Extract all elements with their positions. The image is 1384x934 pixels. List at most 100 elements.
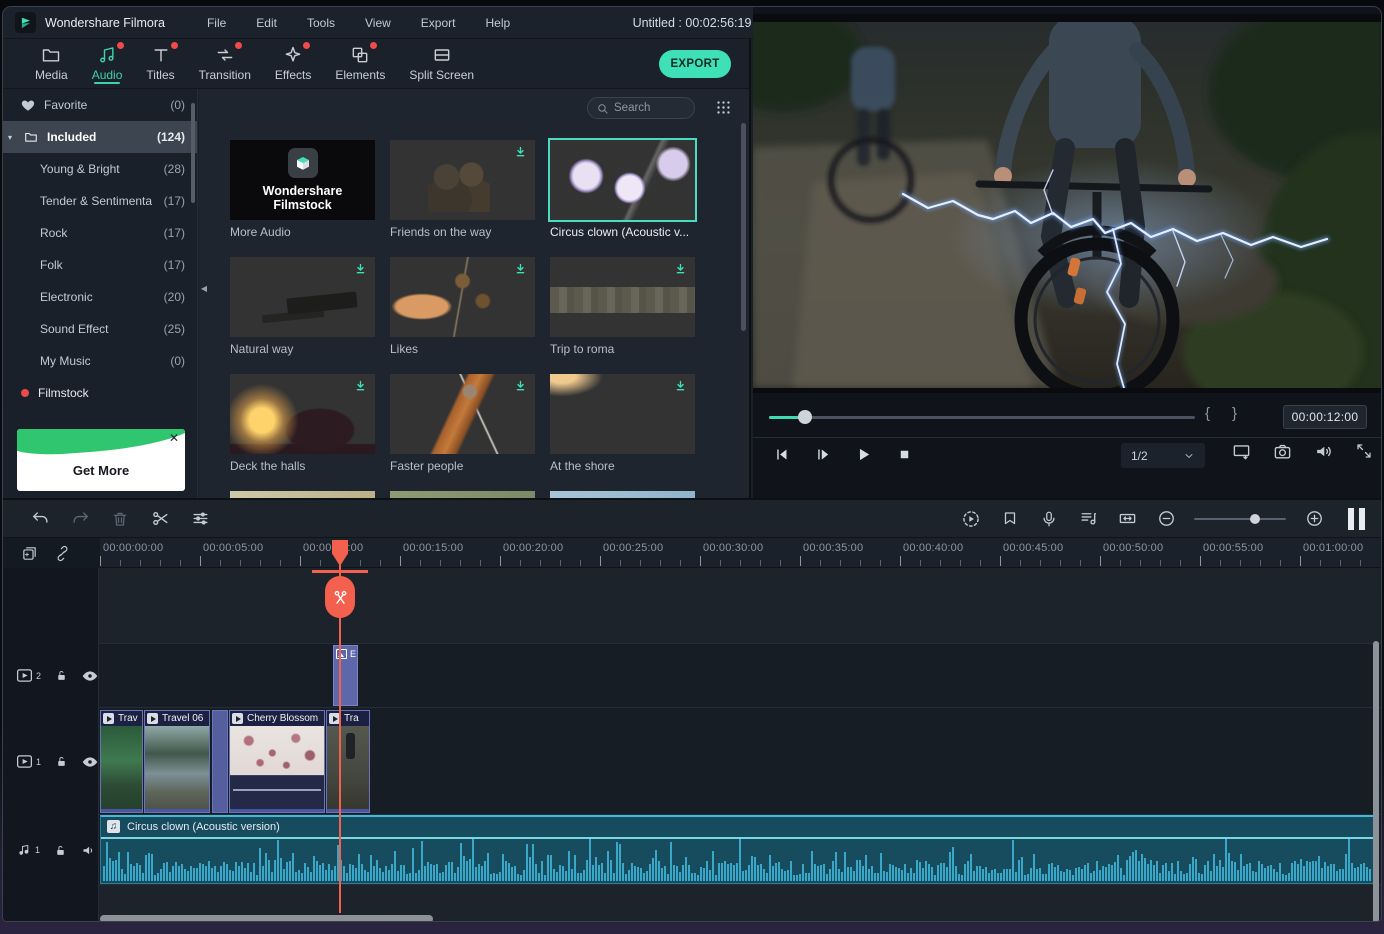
timeline-horizontal-scrollbar[interactable] xyxy=(100,915,433,922)
search-input[interactable] xyxy=(614,102,684,114)
preview-seek-bar[interactable] xyxy=(769,416,1195,419)
preview-page-select[interactable]: 1/2 xyxy=(1121,443,1205,468)
get-more-banner[interactable]: ✕ Get More xyxy=(17,429,185,491)
mark-out-icon[interactable]: } xyxy=(1232,405,1237,422)
timeline-clip-travel-06[interactable]: Travel 06 xyxy=(144,710,210,813)
lock-open-icon[interactable] xyxy=(55,755,68,768)
sidebar-item-tender-sentimental[interactable]: Tender & Sentimenta (17) xyxy=(3,185,197,217)
video-track-2-lane[interactable] xyxy=(3,643,1382,708)
sidebar-scrollbar[interactable] xyxy=(191,103,195,203)
audio-card-likes[interactable]: Likes xyxy=(390,257,535,356)
delete-trash-icon[interactable] xyxy=(109,508,131,530)
sidebar-item-electronic[interactable]: Electronic (20) xyxy=(3,281,197,313)
eye-visibility-icon[interactable] xyxy=(82,756,98,768)
timeline-clip-tra[interactable]: Tra xyxy=(326,710,370,813)
zoom-in-icon[interactable] xyxy=(1303,508,1325,530)
download-arrow-icon[interactable] xyxy=(513,379,528,394)
timeline-audio-clip-circus-clown[interactable]: ♫ Circus clown (Acoustic version) xyxy=(100,815,1375,884)
sidebar-item-filmstock[interactable]: Filmstock xyxy=(3,377,197,409)
previous-frame-button[interactable] xyxy=(769,443,793,467)
tab-split-screen[interactable]: Split Screen xyxy=(397,39,486,88)
timeline-clip-trav[interactable]: Trav xyxy=(100,710,143,813)
menu-view[interactable]: View xyxy=(365,16,391,30)
sidebar-item-included[interactable]: ▾ Included (124) xyxy=(3,121,197,153)
library-scrollbar[interactable] xyxy=(741,123,746,331)
stop-button[interactable] xyxy=(892,443,916,467)
preview-video-frame[interactable] xyxy=(753,14,1382,393)
download-arrow-icon[interactable] xyxy=(673,262,688,277)
timeline-vertical-scrollbar[interactable] xyxy=(1373,641,1379,922)
sidebar-item-favorite[interactable]: Favorite (0) xyxy=(3,89,197,121)
audio-card-at-the-shore[interactable]: At the shore xyxy=(550,374,695,473)
sidebar-item-folk[interactable]: Folk (17) xyxy=(3,249,197,281)
lock-open-icon[interactable] xyxy=(55,669,68,682)
tab-titles[interactable]: Titles xyxy=(134,39,186,88)
snapshot-camera-icon[interactable] xyxy=(1273,442,1292,461)
timeline-clip-cherry-blossom[interactable]: Cherry Blossom xyxy=(229,710,325,813)
timeline-empty-lane[interactable] xyxy=(3,568,1382,643)
sidebar-item-young-bright[interactable]: Young & Bright (28) xyxy=(3,153,197,185)
manage-tracks-icon[interactable] xyxy=(21,545,38,562)
audio-mixer-icon[interactable] xyxy=(1077,508,1099,530)
play-button[interactable] xyxy=(851,443,875,467)
marker-flag-icon[interactable] xyxy=(999,508,1021,530)
audio-volume-envelope[interactable] xyxy=(101,837,1374,839)
sidebar-collapse-arrow[interactable]: ◀ xyxy=(198,279,210,297)
sidebar-item-my-music[interactable]: My Music (0) xyxy=(3,345,197,377)
audio-card-trip-to-roma[interactable]: Trip to roma xyxy=(550,257,695,356)
audio-card-more-audio[interactable]: WondershareFilmstock More Audio xyxy=(230,140,375,239)
link-clips-icon[interactable] xyxy=(54,545,71,562)
tab-audio[interactable]: Audio xyxy=(80,39,135,88)
sidebar-item-sound-effect[interactable]: Sound Effect (25) xyxy=(3,313,197,345)
volume-icon[interactable] xyxy=(1314,442,1333,461)
audio-card-friends-on-the-way[interactable]: Friends on the way xyxy=(390,140,535,239)
eye-visibility-icon[interactable] xyxy=(82,670,98,682)
playhead-scissors-button[interactable] xyxy=(325,576,355,618)
grid-view-icon[interactable] xyxy=(715,99,732,119)
audio-card-deck-the-halls[interactable]: Deck the halls xyxy=(230,374,375,473)
timeline-clip-element[interactable]: E xyxy=(333,645,358,706)
audio-card-natural-way[interactable]: Natural way xyxy=(230,257,375,356)
menu-tools[interactable]: Tools xyxy=(307,16,335,30)
sidebar-item-rock[interactable]: Rock (17) xyxy=(3,217,197,249)
export-button[interactable]: EXPORT xyxy=(659,50,731,78)
render-preview-icon[interactable] xyxy=(960,508,982,530)
timeline-ruler[interactable]: 00:00:00:0000:00:05:0000:00:10:0000:00:1… xyxy=(3,538,1382,568)
banner-close-icon[interactable]: ✕ xyxy=(169,433,179,443)
chevron-expanded-icon[interactable]: ▾ xyxy=(8,133,12,142)
zoom-out-icon[interactable] xyxy=(1155,508,1177,530)
menu-export[interactable]: Export xyxy=(421,16,456,30)
tab-transition[interactable]: Transition xyxy=(187,39,263,88)
tab-effects[interactable]: Effects xyxy=(263,39,323,88)
split-scissors-icon[interactable] xyxy=(149,508,171,530)
menu-help[interactable]: Help xyxy=(485,16,510,30)
speaker-icon[interactable] xyxy=(81,843,96,858)
lock-open-icon[interactable] xyxy=(54,844,67,857)
display-device-icon[interactable] xyxy=(1232,442,1251,461)
tab-elements[interactable]: Elements xyxy=(323,39,397,88)
menu-edit[interactable]: Edit xyxy=(256,16,277,30)
download-arrow-icon[interactable] xyxy=(513,145,528,160)
audio-card-faster-people[interactable]: Faster people xyxy=(390,374,535,473)
tab-media[interactable]: Media xyxy=(23,39,80,88)
download-arrow-icon[interactable] xyxy=(673,379,688,394)
mark-in-icon[interactable]: { xyxy=(1205,405,1210,422)
fullscreen-icon[interactable] xyxy=(1355,442,1373,461)
undo-icon[interactable] xyxy=(29,508,51,530)
seek-bar-handle[interactable] xyxy=(798,410,812,424)
download-arrow-icon[interactable] xyxy=(353,262,368,277)
fit-timeline-icon[interactable] xyxy=(1116,508,1138,530)
timeline-zoom-slider[interactable] xyxy=(1194,518,1286,520)
search-box[interactable] xyxy=(587,97,695,119)
download-arrow-icon[interactable] xyxy=(513,262,528,277)
redo-icon[interactable] xyxy=(69,508,91,530)
zoom-slider-handle[interactable] xyxy=(1250,514,1260,524)
download-arrow-icon[interactable] xyxy=(353,379,368,394)
audio-card-circus-clown[interactable]: Circus clown (Acoustic v... xyxy=(550,140,695,239)
next-frame-button[interactable] xyxy=(810,443,834,467)
adjust-settings-icon[interactable] xyxy=(189,508,211,530)
pause-bars-icon[interactable] xyxy=(1348,508,1365,530)
timeline-transition-block[interactable] xyxy=(212,710,228,813)
voiceover-mic-icon[interactable] xyxy=(1038,508,1060,530)
menu-file[interactable]: File xyxy=(207,16,226,30)
